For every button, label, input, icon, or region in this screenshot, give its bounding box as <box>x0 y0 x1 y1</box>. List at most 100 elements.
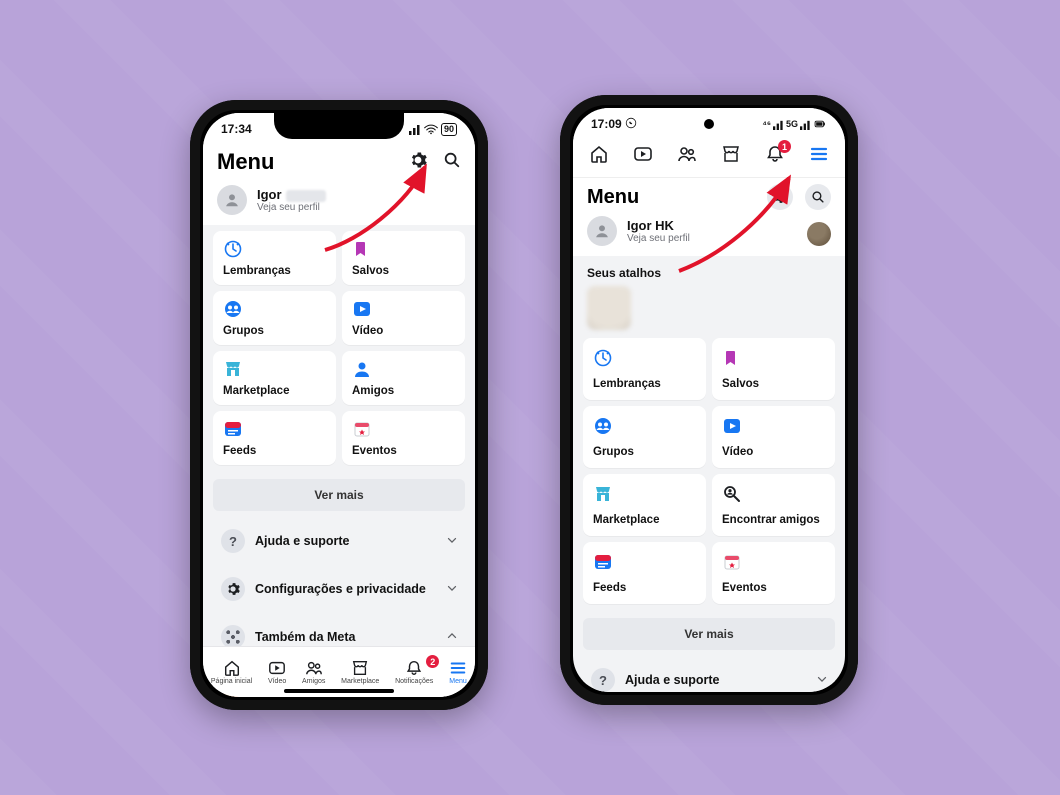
profile-row[interactable]: Igor HK Veja seu perfil <box>573 214 845 256</box>
card-video[interactable]: Vídeo <box>342 291 465 345</box>
nav-marketplace[interactable] <box>721 144 741 169</box>
nav-video[interactable] <box>633 144 653 169</box>
card-grupos[interactable]: Grupos <box>213 291 336 345</box>
bookmark-icon <box>352 239 372 259</box>
shortcut-item[interactable] <box>587 286 631 330</box>
profile-name: Igor HK <box>627 218 690 233</box>
friends-icon <box>352 359 372 379</box>
signal-icon <box>773 119 784 130</box>
nav-notifications[interactable]: 1 <box>765 144 785 169</box>
tab-marketplace[interactable]: Marketplace <box>341 659 379 685</box>
question-icon: ? <box>221 529 245 553</box>
tab-friends[interactable]: Amigos <box>302 659 325 685</box>
groups-icon <box>223 299 243 319</box>
search-button[interactable] <box>805 184 831 210</box>
screen-android: 17:09 ⁴⁶ 5G 1 Menu <box>573 108 845 692</box>
video-icon <box>268 659 286 677</box>
nav-home[interactable] <box>589 144 609 169</box>
whatsapp-status-icon <box>625 117 637 129</box>
menu-header: Menu <box>203 143 475 183</box>
network-label: 5G <box>786 119 798 129</box>
row-help[interactable]: ? Ajuda e suporte <box>213 519 465 563</box>
feeds-icon <box>223 419 243 439</box>
video-icon <box>352 299 372 319</box>
feeds-icon <box>593 552 613 572</box>
menu-icon <box>449 659 467 677</box>
chevron-down-icon <box>815 672 829 689</box>
card-amigos[interactable]: Amigos <box>342 351 465 405</box>
card-lembrancas[interactable]: Lembranças <box>583 338 706 400</box>
gear-small-icon <box>221 577 245 601</box>
gear-icon <box>773 190 787 204</box>
card-eventos[interactable]: Eventos <box>342 411 465 465</box>
secondary-avatar[interactable] <box>807 222 831 246</box>
profile-subtitle: Veja seu perfil <box>257 202 326 213</box>
signal-icon <box>409 123 421 135</box>
redacted-surname <box>286 190 326 202</box>
card-feeds[interactable]: Feeds <box>583 542 706 604</box>
signal-icon-2 <box>800 119 811 130</box>
tab-notifications[interactable]: 2 Notificações <box>395 659 433 685</box>
card-marketplace[interactable]: Marketplace <box>583 474 706 536</box>
card-encontrar-amigos[interactable]: Encontrar amigos <box>712 474 835 536</box>
menu-title: Menu <box>587 186 639 209</box>
shortcuts-row <box>573 282 845 332</box>
menu-grid: Lembranças Salvos Grupos Vídeo Marketpla… <box>573 332 845 610</box>
card-marketplace[interactable]: Marketplace <box>213 351 336 405</box>
see-more-button[interactable]: Ver mais <box>583 618 835 650</box>
question-icon: ? <box>591 668 615 692</box>
shortcuts-label: Seus atalhos <box>573 256 845 282</box>
card-video[interactable]: Vídeo <box>712 406 835 468</box>
chevron-down-icon <box>445 581 459 598</box>
home-icon <box>589 144 609 164</box>
card-grupos[interactable]: Grupos <box>583 406 706 468</box>
nav-menu[interactable] <box>809 144 829 169</box>
marketplace-icon <box>351 659 369 677</box>
profile-row[interactable]: Igor Veja seu perfil <box>203 183 475 225</box>
search-icon <box>811 190 825 204</box>
settings-button[interactable] <box>767 184 793 210</box>
events-icon <box>722 552 742 572</box>
notification-badge: 2 <box>426 655 439 668</box>
screen-ios: 17:34 90 Menu Igor Veja seu perfil <box>203 113 475 697</box>
iphone-notch <box>274 113 404 139</box>
friends-icon <box>305 659 323 677</box>
card-salvos[interactable]: Salvos <box>712 338 835 400</box>
marketplace-icon <box>223 359 243 379</box>
card-salvos[interactable]: Salvos <box>342 231 465 285</box>
row-help[interactable]: ? Ajuda e suporte <box>583 658 835 692</box>
camera-punchhole <box>704 119 714 129</box>
phone-frame-android: 17:09 ⁴⁶ 5G 1 Menu <box>560 95 858 705</box>
tab-home[interactable]: Página inicial <box>211 659 252 685</box>
home-icon <box>223 659 241 677</box>
row-settings-privacy[interactable]: Configurações e privacidade <box>213 567 465 611</box>
events-icon <box>352 419 372 439</box>
card-feeds[interactable]: Feeds <box>213 411 336 465</box>
marketplace-icon <box>593 484 613 504</box>
nav-friends[interactable] <box>677 144 697 169</box>
settings-button[interactable] <box>409 151 427 174</box>
bookmark-icon <box>722 348 742 368</box>
avatar <box>587 216 617 246</box>
video-icon <box>722 416 742 436</box>
search-button[interactable] <box>443 151 461 174</box>
notification-badge: 1 <box>778 140 791 153</box>
marketplace-icon <box>721 144 741 164</box>
card-eventos[interactable]: Eventos <box>712 542 835 604</box>
avatar <box>217 185 247 215</box>
friends-icon <box>677 144 697 164</box>
top-nav-bar: 1 <box>573 138 845 178</box>
find-friends-icon <box>722 484 742 504</box>
tab-video[interactable]: Vídeo <box>268 659 286 685</box>
home-indicator <box>284 689 394 693</box>
wifi-icon <box>424 124 438 135</box>
bell-icon <box>405 659 423 677</box>
menu-title: Menu <box>217 149 274 175</box>
clock-icon <box>223 239 243 259</box>
video-icon <box>633 144 653 164</box>
tab-menu[interactable]: Menu <box>449 659 467 685</box>
card-lembrancas[interactable]: Lembranças <box>213 231 336 285</box>
search-icon <box>443 151 461 169</box>
see-more-button[interactable]: Ver mais <box>213 479 465 511</box>
status-time: 17:34 <box>221 122 252 136</box>
